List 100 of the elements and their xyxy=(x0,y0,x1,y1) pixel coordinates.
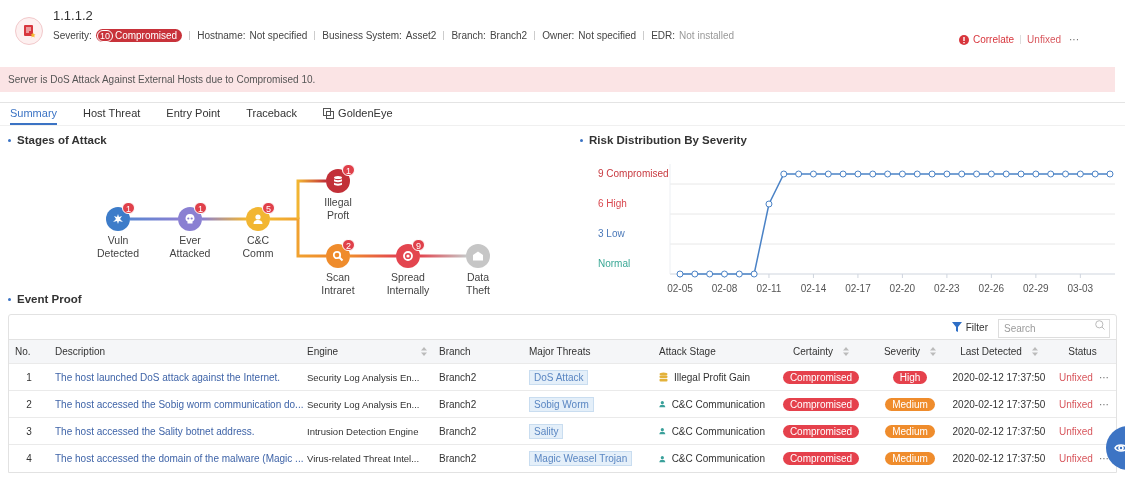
section-title: Event Proof xyxy=(17,292,82,307)
more-button[interactable]: ··· xyxy=(1098,369,1109,385)
x-axis-label: 02-23 xyxy=(934,283,960,295)
severity-badge: High xyxy=(892,370,928,384)
field-label: Branch: xyxy=(451,29,486,43)
x-axis-label: 02-26 xyxy=(978,283,1005,295)
description-link[interactable]: The host launched DoS attack against the Internet. xyxy=(55,371,281,383)
section-title: Stages of Attack xyxy=(17,133,107,148)
tab[interactable]: Traceback xyxy=(246,103,298,125)
description-link[interactable]: The host accessed the domain of the malware (Magic ... xyxy=(55,453,304,464)
tab[interactable]: Entry Point xyxy=(166,103,221,125)
field-value: Asset2 xyxy=(405,29,437,43)
branch-cell: Branch2 xyxy=(439,398,477,410)
row-number: 2 xyxy=(26,398,32,410)
branch-cell: Branch2 xyxy=(439,371,477,383)
detected-time: 2020-02-12 17:37:50 xyxy=(952,371,1046,383)
x-axis-label: 02-14 xyxy=(800,283,827,295)
stage-label: Scan Intraret xyxy=(320,271,356,298)
engine-cell: Virus-related Threat Intel... xyxy=(307,452,420,464)
attack-stage-cell-text: C&C Communication xyxy=(671,397,765,412)
stage-label: Vuln Detected xyxy=(96,234,140,261)
x-axis-label: 02-11 xyxy=(756,283,782,295)
threat-tag: Sality xyxy=(529,423,564,439)
engine-cell: Intrusion Detection Engine xyxy=(307,425,419,437)
host-title: 1.1.1.2 xyxy=(53,8,94,24)
field-value: Not specified xyxy=(578,29,637,43)
certainty-badge: Compromised xyxy=(782,370,860,384)
detected-time: 2020-02-12 17:37:50 xyxy=(952,398,1046,410)
x-axis-label: 02-08 xyxy=(711,283,738,295)
status-dropdown[interactable]: Unfixed xyxy=(1059,423,1093,439)
status-dropdown[interactable]: Unfixed xyxy=(1059,451,1093,466)
severity-badge: Medium xyxy=(885,397,935,411)
field-value: Not specified xyxy=(249,29,308,43)
y-axis-label: 6 High xyxy=(598,198,627,210)
tab[interactable]: Host Threat xyxy=(83,103,141,125)
tab[interactable]: Summary xyxy=(10,103,58,125)
x-axis-label: 02-29 xyxy=(1023,283,1049,295)
column-header[interactable]: Engine xyxy=(307,344,339,360)
description-link[interactable]: The host accessed the Sality botnet address. xyxy=(55,425,255,437)
threat-tag: DoS Attack xyxy=(529,369,589,385)
stage-label: C&C Comm xyxy=(241,234,275,261)
count-badge: 1 xyxy=(194,202,207,215)
detected-time: 2020-02-12 17:37:50 xyxy=(952,453,1046,464)
y-axis-label: 9 Compromised xyxy=(598,168,669,180)
more-button[interactable]: ··· xyxy=(1098,396,1109,412)
x-axis-label: 02-20 xyxy=(889,283,916,295)
count-badge: 2 xyxy=(342,239,355,252)
engine-cell: Security Log Analysis En... xyxy=(307,371,420,383)
count-badge: 9 xyxy=(412,239,425,252)
column-header[interactable]: Branch xyxy=(439,344,471,360)
severity-text: Compromised xyxy=(114,29,178,43)
count-badge: 1 xyxy=(122,202,135,215)
column-header[interactable]: Severity xyxy=(883,344,921,360)
status-dropdown[interactable]: Unfixed xyxy=(1059,396,1093,412)
section-title: Risk Distribution By Severity xyxy=(589,133,747,148)
field-label: Owner: xyxy=(542,29,575,43)
engine-cell: Security Log Analysis En... xyxy=(307,398,420,410)
column-header[interactable]: Attack Stage xyxy=(659,344,716,360)
severity-label: Severity: xyxy=(53,29,92,43)
detected-time: 2020-02-12 17:37:50 xyxy=(952,425,1046,437)
x-axis-label: 02-17 xyxy=(845,283,871,295)
attack-stage-cell-text: C&C Communication xyxy=(671,424,765,439)
row-number: 3 xyxy=(26,425,32,437)
stage-label: Illegal Proft xyxy=(323,196,353,223)
x-axis-label: 03-03 xyxy=(1067,283,1094,295)
status-dropdown[interactable]: Unfixed xyxy=(1027,32,1061,47)
status-dropdown[interactable]: Unfixed xyxy=(1059,369,1093,385)
search-field[interactable]: Search xyxy=(998,319,1110,339)
branch-cell: Branch2 xyxy=(439,453,477,464)
certainty-badge: Compromised xyxy=(782,397,860,411)
threat-tag: Sobig Worm xyxy=(529,396,594,412)
description-link[interactable]: The host accessed the Sobig worm communication do... xyxy=(55,398,304,410)
field-label: EDR: xyxy=(651,29,676,43)
attack-stage-cell-text: Illegal Profit Gain xyxy=(674,370,751,385)
stage-label: Data Theft xyxy=(465,271,491,298)
column-header[interactable]: No. xyxy=(15,344,31,360)
severity-badge: Medium xyxy=(885,452,935,465)
field-label: Business System: xyxy=(322,29,402,43)
field-label: Hostname: xyxy=(197,29,246,43)
correlate-link[interactable]: Correlate xyxy=(972,32,1015,47)
branch-cell: Branch2 xyxy=(439,425,477,437)
severity-badge: Medium xyxy=(885,424,935,438)
count-badge: 5 xyxy=(262,202,275,215)
column-header[interactable]: Status xyxy=(1068,344,1097,360)
certainty-badge: Compromised xyxy=(782,452,860,465)
more-button[interactable]: ··· xyxy=(1098,451,1109,466)
y-axis-label: Normal xyxy=(598,258,631,270)
column-header[interactable]: Certainty xyxy=(793,344,833,360)
more-button[interactable]: ··· xyxy=(1069,32,1079,47)
row-number: 1 xyxy=(26,371,32,383)
column-header[interactable]: Description xyxy=(55,344,106,360)
x-axis-label: 02-05 xyxy=(667,283,693,295)
column-header[interactable]: Last Detected xyxy=(960,344,1022,360)
filter-button[interactable]: Filter xyxy=(951,319,988,335)
threat-tag: Magic Weasel Trojan xyxy=(529,451,633,466)
row-number: 4 xyxy=(26,453,32,464)
y-axis-label: 3 Low xyxy=(598,228,625,240)
stage-label: Ever Attacked xyxy=(168,234,212,261)
tab[interactable]: GoldenEye xyxy=(323,103,393,125)
column-header[interactable]: Major Threats xyxy=(529,344,591,360)
